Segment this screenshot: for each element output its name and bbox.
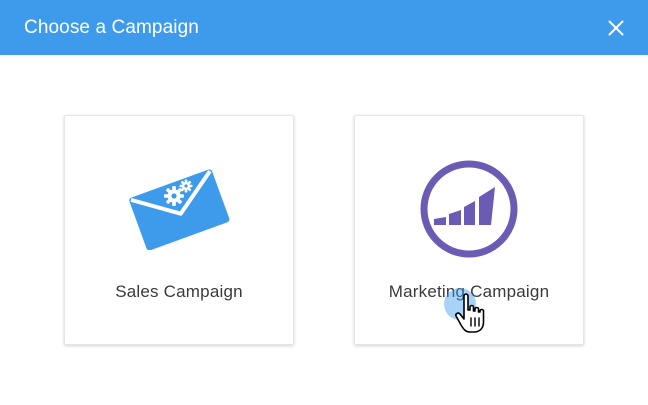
dialog-header: Choose a Campaign <box>0 0 648 55</box>
dialog-title: Choose a Campaign <box>24 16 199 38</box>
marketing-campaign-label: Marketing Campaign <box>388 282 550 301</box>
close-icon <box>608 20 624 36</box>
marketing-campaign-card[interactable]: Marketing Campaign <box>354 115 584 345</box>
close-button[interactable] <box>606 18 626 38</box>
choose-campaign-dialog: Choose a Campaign Sales Campaign Marketi… <box>0 0 648 405</box>
sales-campaign-label: Sales Campaign <box>115 282 243 301</box>
sales-campaign-card[interactable]: Sales Campaign <box>64 115 294 345</box>
envelope-gears-icon <box>129 169 230 250</box>
marketo-logo-icon <box>420 160 518 258</box>
